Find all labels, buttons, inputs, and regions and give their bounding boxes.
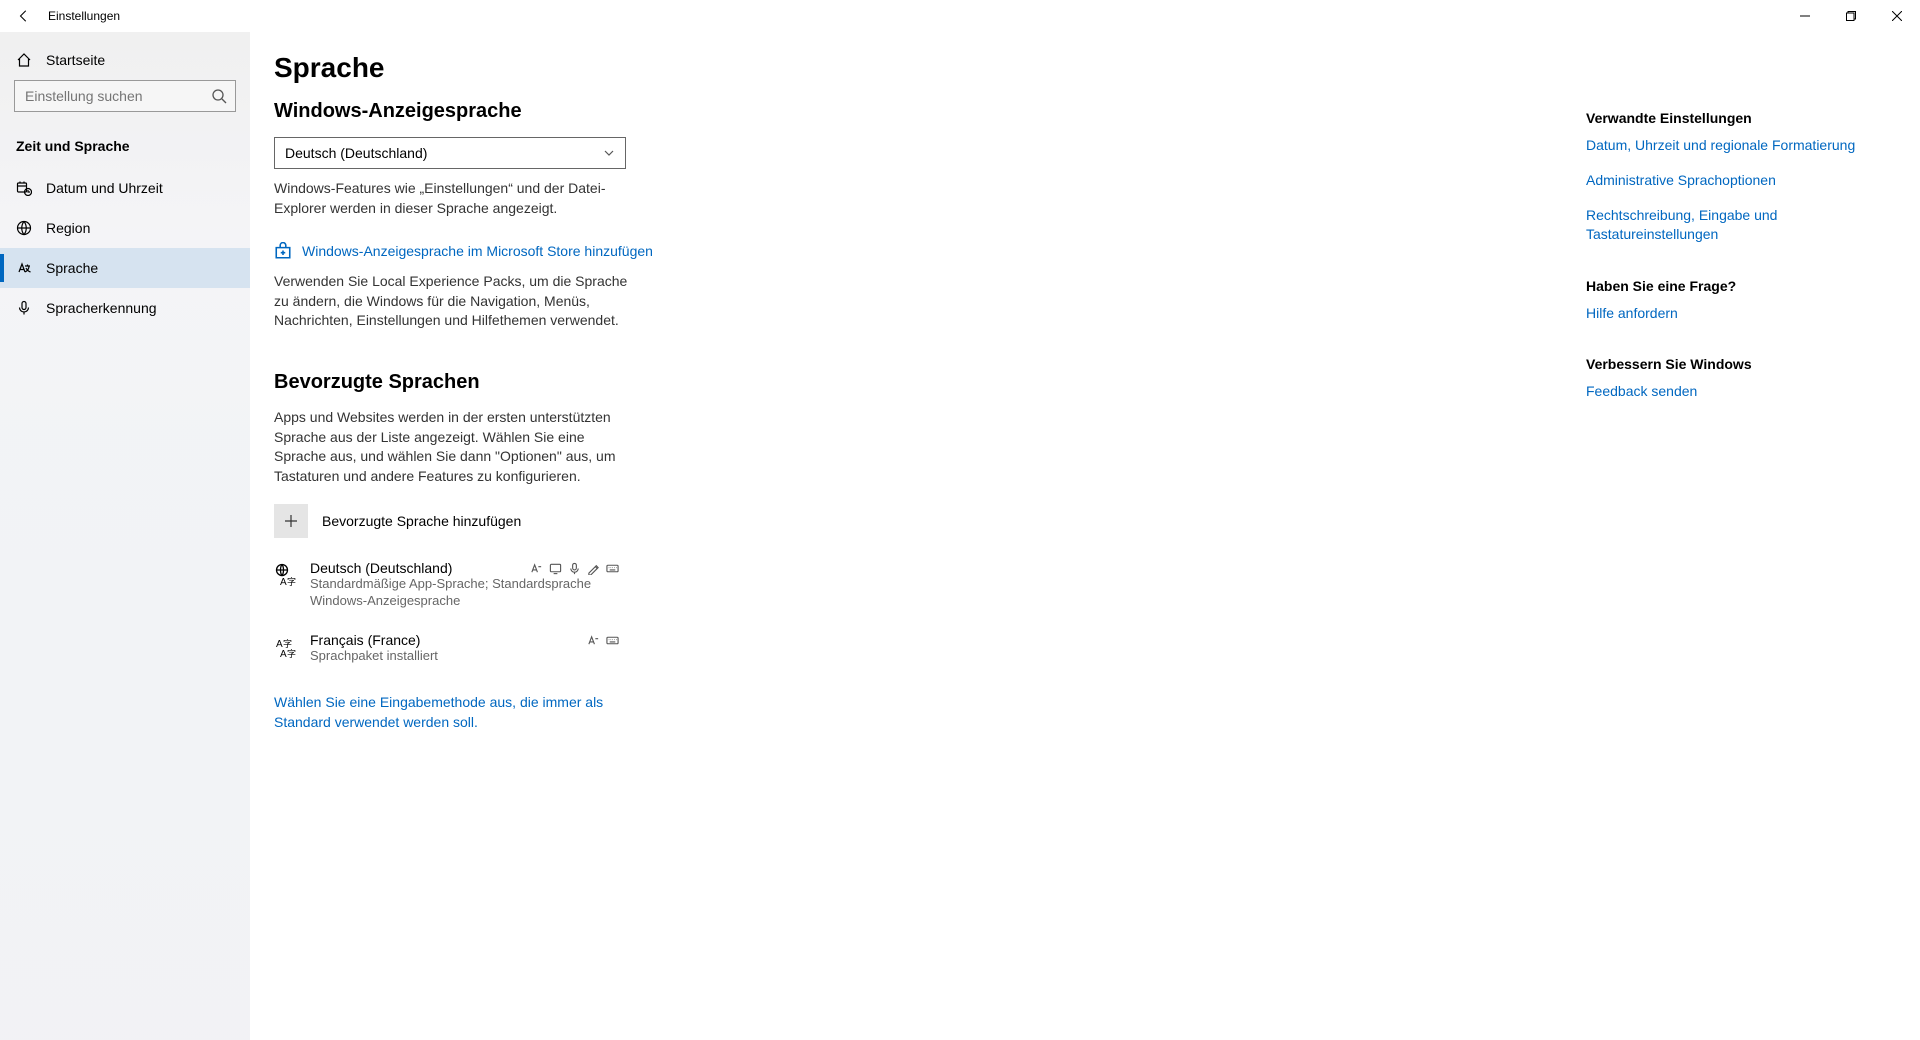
sidebar-item-speech[interactable]: Spracherkennung [0, 288, 250, 328]
home-icon [16, 52, 32, 68]
keyboard-icon [606, 562, 619, 575]
sidebar-item-label: Spracherkennung [46, 300, 157, 316]
language-subtitle: Standardmäßige App-Sprache; Standardspra… [310, 576, 619, 610]
store-icon [274, 242, 292, 260]
calendar-clock-icon [16, 180, 32, 196]
chevron-down-icon [603, 147, 615, 159]
svg-text:字: 字 [287, 648, 296, 659]
language-subtitle: Sprachpaket installiert [310, 648, 619, 665]
sidebar-home-label: Startseite [46, 52, 105, 68]
sidebar-item-label: Region [46, 220, 90, 236]
language-pack-icon: A字A字 [274, 632, 298, 665]
language-icon [16, 260, 32, 276]
store-description: Verwenden Sie Local Experience Packs, um… [274, 272, 634, 331]
svg-text:A: A [280, 649, 287, 659]
sidebar: Startseite Zeit und Sprache Datum und Uh… [0, 32, 250, 1040]
search-icon [211, 88, 227, 104]
preferred-languages-heading: Bevorzugte Sprachen [274, 371, 914, 394]
language-title: Deutsch (Deutschland) [310, 560, 530, 576]
sidebar-item-region[interactable]: Region [0, 208, 250, 248]
display-language-heading: Windows-Anzeigesprache [274, 100, 914, 123]
svg-text:字: 字 [283, 638, 292, 649]
minimize-button[interactable] [1782, 0, 1828, 32]
language-item[interactable]: A字 Deutsch (Deutschland) [274, 560, 619, 610]
sidebar-item-language[interactable]: Sprache [0, 248, 250, 288]
page-title: Sprache [274, 52, 914, 84]
feedback-link[interactable]: Feedback senden [1586, 382, 1870, 401]
close-icon [1892, 11, 1902, 21]
window-title: Einstellungen [48, 9, 120, 23]
maximize-icon [1846, 11, 1856, 21]
arrow-left-icon [17, 9, 31, 23]
back-button[interactable] [0, 0, 48, 32]
speech-icon [568, 562, 581, 575]
display-language-select[interactable]: Deutsch (Deutschland) [274, 137, 626, 169]
related-link[interactable]: Rechtschreibung, Eingabe und Tastaturein… [1586, 206, 1870, 244]
sidebar-category: Zeit und Sprache [0, 120, 250, 168]
plus-icon [283, 513, 299, 529]
related-settings-heading: Verwandte Einstellungen [1586, 110, 1870, 126]
minimize-icon [1800, 11, 1810, 21]
display-language-description: Windows-Features wie „Einstellungen“ und… [274, 179, 634, 218]
question-heading: Haben Sie eine Frage? [1586, 278, 1870, 294]
input-method-link[interactable]: Wählen Sie eine Eingabemethode aus, die … [274, 693, 634, 732]
improve-heading: Verbessern Sie Windows [1586, 356, 1870, 372]
language-features [530, 560, 619, 576]
related-link[interactable]: Administrative Sprachoptionen [1586, 171, 1870, 190]
add-language-label: Bevorzugte Sprache hinzufügen [322, 513, 521, 529]
language-item[interactable]: A字A字 Français (France) Sprachpaket insta… [274, 632, 619, 665]
search-input[interactable] [14, 80, 236, 112]
sidebar-item-label: Datum und Uhrzeit [46, 180, 163, 196]
right-rail: Verwandte Einstellungen Datum, Uhrzeit u… [1586, 52, 1896, 1020]
add-tile [274, 504, 308, 538]
close-button[interactable] [1874, 0, 1920, 32]
titlebar: Einstellungen [0, 0, 1920, 32]
search-field[interactable] [25, 88, 211, 104]
display-language-value: Deutsch (Deutschland) [285, 145, 427, 161]
text-to-speech-icon [530, 562, 543, 575]
svg-text:A: A [280, 577, 287, 587]
main: Sprache Windows-Anzeigesprache Deutsch (… [250, 32, 1920, 1040]
help-link[interactable]: Hilfe anfordern [1586, 304, 1870, 323]
related-link[interactable]: Datum, Uhrzeit und regionale Formatierun… [1586, 136, 1870, 155]
sidebar-item-datetime[interactable]: Datum und Uhrzeit [0, 168, 250, 208]
language-features [587, 632, 619, 648]
sidebar-home[interactable]: Startseite [0, 40, 250, 80]
store-link-row[interactable]: Windows-Anzeigesprache im Microsoft Stor… [274, 242, 914, 260]
display-icon [549, 562, 562, 575]
sidebar-item-label: Sprache [46, 260, 98, 276]
text-to-speech-icon [587, 634, 600, 647]
handwriting-icon [587, 562, 600, 575]
keyboard-icon [606, 634, 619, 647]
language-title: Français (France) [310, 632, 587, 648]
globe-icon [16, 220, 32, 236]
maximize-button[interactable] [1828, 0, 1874, 32]
language-pack-icon: A字 [274, 560, 298, 610]
microphone-icon [16, 300, 32, 316]
preferred-languages-description: Apps und Websites werden in der ersten u… [274, 408, 634, 486]
store-link: Windows-Anzeigesprache im Microsoft Stor… [302, 243, 653, 259]
content: Sprache Windows-Anzeigesprache Deutsch (… [274, 52, 914, 1020]
svg-text:字: 字 [287, 576, 296, 587]
add-language-button[interactable]: Bevorzugte Sprache hinzufügen [274, 504, 914, 538]
